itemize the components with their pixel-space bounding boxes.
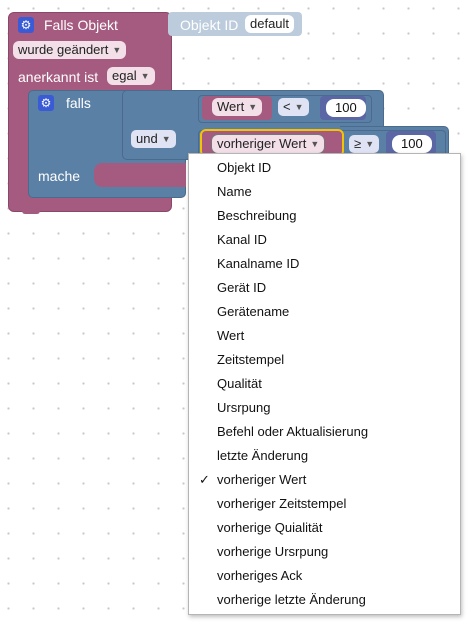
gear-icon[interactable]: ⚙ (38, 95, 54, 111)
triangle-down-icon: ▼ (112, 45, 122, 55)
operator-dropdown-1-value: < (283, 99, 291, 114)
field-dropdown-1[interactable]: Wert ▼ (212, 98, 263, 116)
event-block-notch (22, 208, 40, 214)
menu-item-vorheriger-zeitstempel[interactable]: vorheriger Zeitstempel (189, 492, 460, 516)
triangle-down-icon: ▼ (140, 71, 150, 81)
object-id-label: Objekt ID (180, 17, 239, 33)
menu-item-vorherige-ursprung[interactable]: vorherige Ursrpung (189, 540, 460, 564)
object-id-value[interactable]: default (245, 15, 295, 33)
menu-item-geraet-id[interactable]: Gerät ID (189, 276, 460, 300)
ack-dropdown[interactable]: egal ▼ (107, 67, 155, 85)
menu-item-zeitstempel[interactable]: Zeitstempel (189, 348, 460, 372)
gear-icon[interactable]: ⚙ (18, 17, 34, 33)
operator-dropdown-2[interactable]: ≥ ▼ (349, 135, 380, 153)
triangle-down-icon: ▼ (161, 134, 171, 144)
menu-item-vorheriges-ack[interactable]: vorheriges Ack (189, 564, 460, 588)
triangle-down-icon: ▼ (310, 139, 320, 149)
menu-item-kanal-id[interactable]: Kanal ID (189, 228, 460, 252)
operator-dropdown-2-value: ≥ (354, 136, 362, 151)
falls-label: falls (66, 95, 91, 111)
triangle-down-icon: ▼ (365, 139, 375, 149)
menu-item-name[interactable]: Name (189, 180, 460, 204)
menu-item-geraetename[interactable]: Gerätename (189, 300, 460, 324)
mache-slot (94, 163, 186, 187)
operator-dropdown-1[interactable]: < ▼ (278, 98, 309, 116)
field-dropdown-2[interactable]: vorheriger Wert ▼ (212, 135, 325, 153)
menu-item-vorheriger-wert[interactable]: ✓ vorheriger Wert (189, 468, 460, 492)
menu-item-ursprung[interactable]: Ursrpung (189, 396, 460, 420)
menu-item-vorherige-qualitaet[interactable]: vorherige Quialität (189, 516, 460, 540)
event-block-title: Falls Objekt (44, 17, 118, 33)
und-dropdown-value: und (136, 131, 158, 146)
menu-item-wert[interactable]: Wert (189, 324, 460, 348)
ack-label: anerkannt ist (18, 69, 99, 85)
menu-item-qualitaet[interactable]: Qualität (189, 372, 460, 396)
menu-item-objekt-id[interactable]: Objekt ID (189, 156, 460, 180)
number-value-2[interactable]: 100 (392, 135, 432, 153)
triangle-down-icon: ▼ (248, 102, 258, 112)
menu-item-befehl[interactable]: Befehl oder Aktualisierung (189, 420, 460, 444)
trigger-dropdown[interactable]: wurde geändert ▼ (13, 41, 127, 59)
menu-item-kanalname-id[interactable]: Kanalname ID (189, 252, 460, 276)
mache-label: mache (38, 168, 81, 184)
ack-dropdown-value: egal (112, 68, 137, 83)
triangle-down-icon: ▼ (294, 102, 304, 112)
field-dropdown-2-value: vorheriger Wert (217, 136, 307, 151)
field-dropdown-menu[interactable]: Objekt ID Name Beschreibung Kanal ID Kan… (188, 153, 461, 615)
trigger-dropdown-value: wurde geändert (18, 42, 109, 57)
menu-item-beschreibung[interactable]: Beschreibung (189, 204, 460, 228)
number-value-1[interactable]: 100 (326, 99, 366, 117)
und-dropdown[interactable]: und ▼ (131, 130, 176, 148)
checkmark-icon: ✓ (199, 472, 210, 487)
menu-item-vorherige-letzte-aenderung[interactable]: vorherige letzte Änderung (189, 588, 460, 612)
menu-item-letzte-aenderung[interactable]: letzte Änderung (189, 444, 460, 468)
field-dropdown-1-value: Wert (217, 99, 245, 114)
